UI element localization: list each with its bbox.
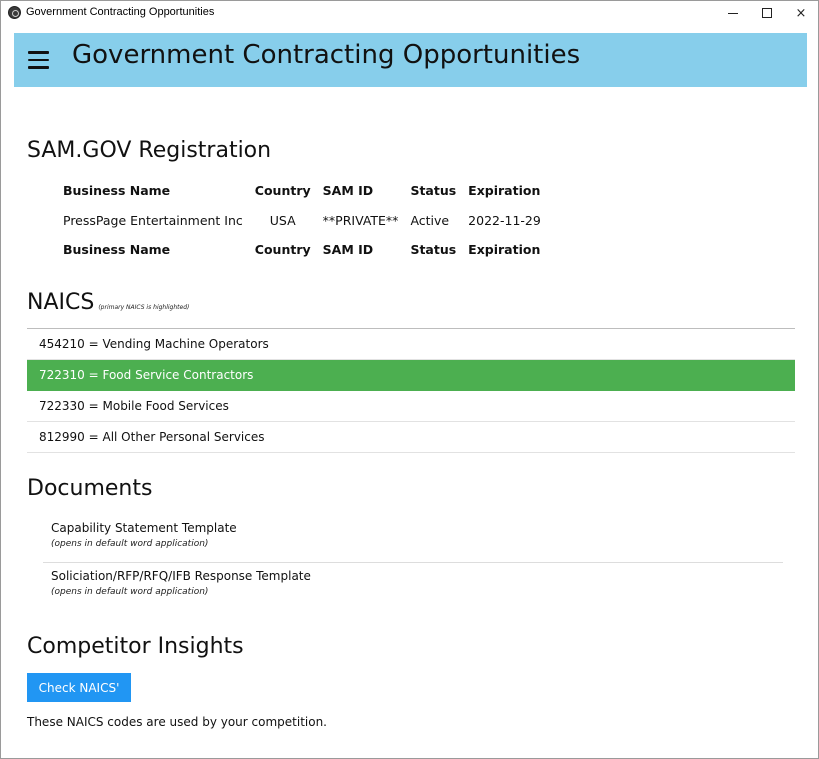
naics-heading: NAICS (primary NAICS is highlighted) <box>27 290 189 315</box>
naics-item[interactable]: 454210 = Vending Machine Operators <box>27 329 795 360</box>
competition-note: These NAICS codes are used by your compe… <box>27 715 327 729</box>
document-hint: (opens in default word application) <box>51 539 209 549</box>
page-title: Government Contracting Opportunities <box>72 40 581 70</box>
title-bar[interactable]: Government Contracting Opportunities × <box>1 1 818 25</box>
foot-sam-id: SAM ID <box>322 242 374 257</box>
document-name: Capability Statement Template <box>51 521 237 535</box>
hamburger-line <box>28 66 49 69</box>
naics-list: 454210 = Vending Machine Operators 72231… <box>27 328 795 453</box>
naics-item-primary[interactable]: 722310 = Food Service Contractors <box>27 360 795 391</box>
app-icon <box>8 6 21 19</box>
check-naics-button[interactable]: Check NAICS' <box>27 673 131 702</box>
app-window: Government Contracting Opportunities × G… <box>0 0 819 759</box>
competitor-insights-heading: Competitor Insights <box>27 634 244 659</box>
cell-sam-id: **PRIVATE** <box>322 212 399 228</box>
close-button[interactable]: × <box>783 1 819 25</box>
hamburger-line <box>28 51 49 54</box>
naics-heading-text: NAICS <box>27 290 95 315</box>
cell-expiration: 2022-11-29 <box>468 212 541 228</box>
foot-business-name: Business Name <box>63 242 171 257</box>
col-business-name: Business Name <box>63 183 171 198</box>
table-row: PressPage Entertainment Inc USA **PRIVAT… <box>57 205 547 237</box>
table-header-row: Business Name Country SAM ID Status Expi… <box>57 178 547 205</box>
cell-status: Active <box>410 212 450 228</box>
documents-heading: Documents <box>27 476 153 501</box>
close-icon: × <box>795 5 807 21</box>
table-footer-row: Business Name Country SAM ID Status Expi… <box>57 237 547 264</box>
naics-note: (primary NAICS is highlighted) <box>98 304 190 311</box>
cell-business-name: PressPage Entertainment Inc <box>63 212 243 228</box>
document-name: Soliciation/RFP/RFQ/IFB Response Templat… <box>51 569 311 583</box>
hamburger-menu-icon[interactable] <box>28 51 49 71</box>
col-expiration: Expiration <box>468 183 541 198</box>
foot-expiration: Expiration <box>468 242 541 257</box>
document-capability-statement[interactable]: Capability Statement Template (opens in … <box>43 515 783 563</box>
foot-country: Country <box>254 242 311 257</box>
hamburger-line <box>28 58 49 61</box>
col-status: Status <box>410 183 457 198</box>
naics-item[interactable]: 722330 = Mobile Food Services <box>27 391 795 422</box>
minimize-button[interactable] <box>715 1 751 25</box>
foot-status: Status <box>410 242 457 257</box>
document-hint: (opens in default word application) <box>51 587 209 597</box>
sam-registration-table: Business Name Country SAM ID Status Expi… <box>57 178 547 264</box>
app-header: Government Contracting Opportunities <box>14 33 807 87</box>
minimize-icon <box>728 12 738 14</box>
naics-item[interactable]: 812990 = All Other Personal Services <box>27 422 795 453</box>
cell-country: USA <box>269 212 296 228</box>
sam-registration-heading: SAM.GOV Registration <box>27 138 272 163</box>
col-sam-id: SAM ID <box>322 183 374 198</box>
maximize-icon <box>762 8 772 18</box>
documents-list: Capability Statement Template (opens in … <box>43 515 783 611</box>
document-response-template[interactable]: Soliciation/RFP/RFQ/IFB Response Templat… <box>43 563 783 611</box>
window-title: Government Contracting Opportunities <box>26 6 215 18</box>
col-country: Country <box>254 183 311 198</box>
maximize-button[interactable] <box>749 1 785 25</box>
